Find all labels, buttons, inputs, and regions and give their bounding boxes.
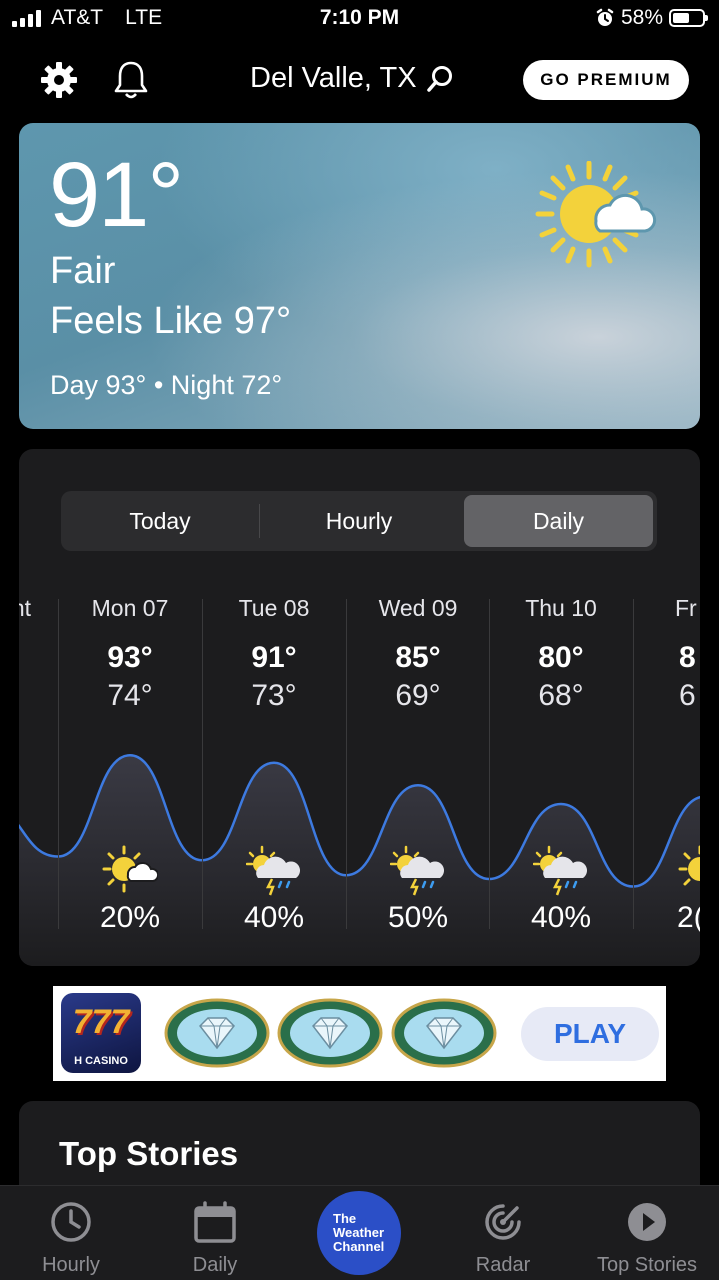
sun-cloud-icon bbox=[535, 161, 657, 268]
precip-chance: 40% bbox=[243, 901, 305, 934]
ad-logo-text: 777 bbox=[72, 1003, 130, 1041]
day-name: Fr bbox=[675, 595, 697, 621]
scattered-thunderstorms-icon bbox=[533, 845, 588, 896]
tab-label: Radar bbox=[475, 1254, 531, 1276]
day-low: 68° bbox=[538, 679, 584, 712]
precip-chance: 2( bbox=[677, 901, 700, 934]
diamond-badge-icon bbox=[277, 998, 383, 1068]
ad-banner[interactable]: 777 H CASINO PLAY bbox=[53, 986, 666, 1081]
day-name: Wed 09 bbox=[378, 595, 458, 621]
weather-channel-logo: The Weather Channel bbox=[333, 1211, 385, 1254]
tab-bar-radar[interactable]: Radar bbox=[433, 1186, 573, 1280]
ad-play-button[interactable]: PLAY bbox=[521, 1007, 659, 1061]
casino-logo: 777 H CASINO bbox=[61, 993, 141, 1073]
day-name: Tue 08 bbox=[238, 595, 310, 621]
search-icon bbox=[426, 65, 452, 92]
current-condition: Fair bbox=[50, 250, 116, 292]
column-divider bbox=[633, 599, 634, 929]
feels-like: Feels Like 97° bbox=[50, 300, 292, 342]
location-name: Del Valle, TX bbox=[250, 62, 417, 94]
app-header: Del Valle, TX GO PREMIUM bbox=[0, 50, 719, 114]
day-high: 93° bbox=[107, 641, 153, 674]
day-name: Thu 10 bbox=[525, 595, 597, 621]
daily-forecast-list: nt Mon 07 93° 74° 20% Tue 08 91° 73° bbox=[19, 449, 700, 966]
precip-chance: 40% bbox=[530, 901, 592, 934]
day-night-temps: Day 93° • Night 72° bbox=[50, 370, 283, 400]
tab-label: Daily bbox=[192, 1254, 238, 1276]
current-conditions-card[interactable]: 91° Fair Feels Like 97° Day 93° • Night … bbox=[19, 123, 700, 429]
location-selector[interactable]: Del Valle, TX bbox=[250, 62, 455, 95]
calendar-icon bbox=[194, 1201, 236, 1243]
top-stories-heading: Top Stories bbox=[59, 1135, 239, 1172]
day-name: Mon 07 bbox=[91, 595, 169, 621]
day-low: 73° bbox=[251, 679, 297, 712]
diamond-badge-icon bbox=[164, 998, 270, 1068]
bell-icon[interactable] bbox=[109, 58, 153, 102]
clock-icon bbox=[51, 1202, 91, 1242]
play-icon bbox=[628, 1203, 666, 1241]
scattered-thunderstorms-icon bbox=[246, 845, 301, 896]
forecast-panel: Today Hourly Daily nt Mon 07 93° 74° bbox=[19, 449, 700, 966]
gear-icon[interactable] bbox=[37, 58, 81, 102]
day-low: 74° bbox=[107, 679, 153, 712]
diamond-badge-icon bbox=[391, 998, 497, 1068]
precip-chance: 20% bbox=[99, 901, 161, 934]
tab-bar-top-stories[interactable]: Top Stories bbox=[577, 1186, 717, 1280]
tab-label: Hourly bbox=[42, 1254, 100, 1276]
day-high: 80° bbox=[538, 641, 584, 674]
battery-icon bbox=[669, 9, 708, 27]
day-high: 91° bbox=[251, 641, 297, 674]
tab-bar-daily[interactable]: Daily bbox=[145, 1186, 285, 1280]
status-right: 58% bbox=[595, 6, 708, 30]
day-low: 69° bbox=[395, 679, 441, 712]
day-low: 6 bbox=[679, 679, 696, 712]
radar-icon bbox=[485, 1204, 521, 1240]
weather-channel-logo-button[interactable]: The Weather Channel bbox=[317, 1191, 401, 1275]
day-name: nt bbox=[19, 595, 31, 621]
go-premium-button[interactable]: GO PREMIUM bbox=[523, 60, 689, 100]
tab-bar-hourly[interactable]: Hourly bbox=[1, 1186, 141, 1280]
current-temperature: 91° bbox=[49, 144, 184, 246]
alarm-icon bbox=[596, 8, 614, 26]
sun-cloud-icon bbox=[678, 845, 700, 886]
day-high: 85° bbox=[395, 641, 441, 674]
status-bar: AT&T LTE 7:10 PM 58% bbox=[0, 0, 719, 40]
day-high: 8 bbox=[679, 641, 696, 674]
scattered-thunderstorms-icon bbox=[390, 845, 445, 896]
tab-label: Top Stories bbox=[596, 1254, 698, 1276]
sun-cloud-icon bbox=[102, 845, 158, 893]
battery-percent: 58% bbox=[620, 6, 663, 29]
ad-brand: H CASINO bbox=[74, 1055, 128, 1067]
precip-chance: 50% bbox=[387, 901, 449, 934]
